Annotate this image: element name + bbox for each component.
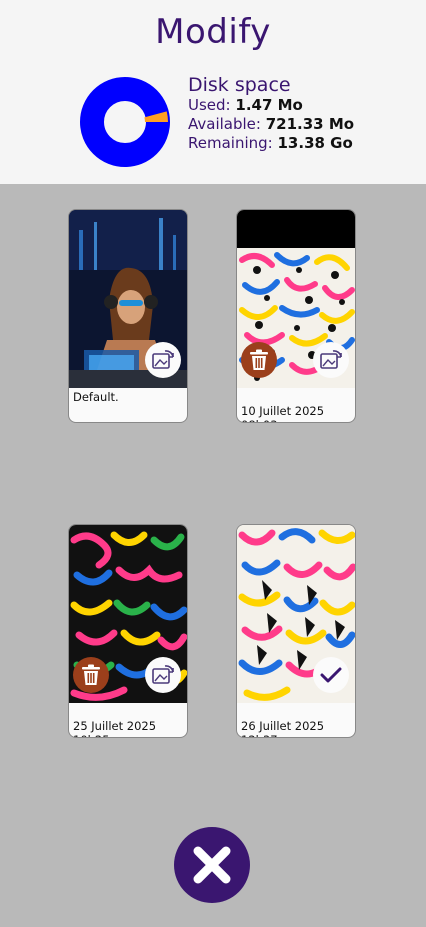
wallpaper-caption-text: 26 Juillet 2025 12h37 [241,719,325,737]
replace-image-button[interactable] [313,342,349,378]
disk-used-value: 1.47 Mo [235,96,303,114]
disk-remaining-label: Remaining: [188,134,273,152]
selected-indicator-button[interactable] [313,657,349,693]
disk-available-value: 721.33 Mo [265,115,355,133]
disk-remaining-row: Remaining: 13.38 Go [188,134,354,153]
delete-wallpaper-button[interactable] [73,657,109,693]
close-icon [193,846,231,884]
trash-icon [250,349,268,370]
wallpaper-caption-text: 10 Juillet 2025 08h03 [241,404,325,422]
disk-space-title: Disk space [188,74,291,96]
wallpaper-card-2[interactable]: 10 Juillet 2025 08h03 [236,209,356,423]
wallpaper-card-4-selected[interactable]: 26 Juillet 2025 12h37 [236,524,356,738]
wallpaper-caption-text: Default. [73,390,119,404]
disk-remaining-value: 13.38 Go [277,134,353,152]
replace-icon [152,350,174,369]
wallpaper-card-3[interactable]: 25 Juillet 2025 10h25 [68,524,188,738]
wallpaper-caption: 10 Juillet 2025 08h03 [241,390,353,422]
disk-available-row: Available: 721.33 Mo [188,115,354,134]
disk-available-label: Available: [188,115,261,133]
close-button[interactable] [174,827,250,903]
check-icon [320,667,342,683]
wallpaper-caption: Default. [73,390,185,404]
replace-icon [152,665,174,684]
disk-used-row: Used: 1.47 Mo [188,96,354,115]
page-title: Modify [155,12,271,52]
replace-image-button[interactable] [145,657,181,693]
disk-used-label: Used: [188,96,231,114]
trash-icon [82,664,100,685]
header: Modify Disk space Used: 1.47 Mo Availabl… [0,0,426,184]
disk-info: Disk space Used: 1.47 Mo Available: 721.… [188,74,354,153]
replace-icon [320,350,342,369]
disk-usage-donut [80,77,170,167]
delete-wallpaper-button[interactable] [241,342,277,378]
wallpaper-card-default[interactable]: Default. [68,209,188,423]
wallpaper-caption: 25 Juillet 2025 10h25 [73,705,185,737]
wallpaper-caption-text: 25 Juillet 2025 10h25 [73,719,157,737]
replace-image-button[interactable] [145,342,181,378]
wallpaper-caption: 26 Juillet 2025 12h37 [241,705,353,737]
